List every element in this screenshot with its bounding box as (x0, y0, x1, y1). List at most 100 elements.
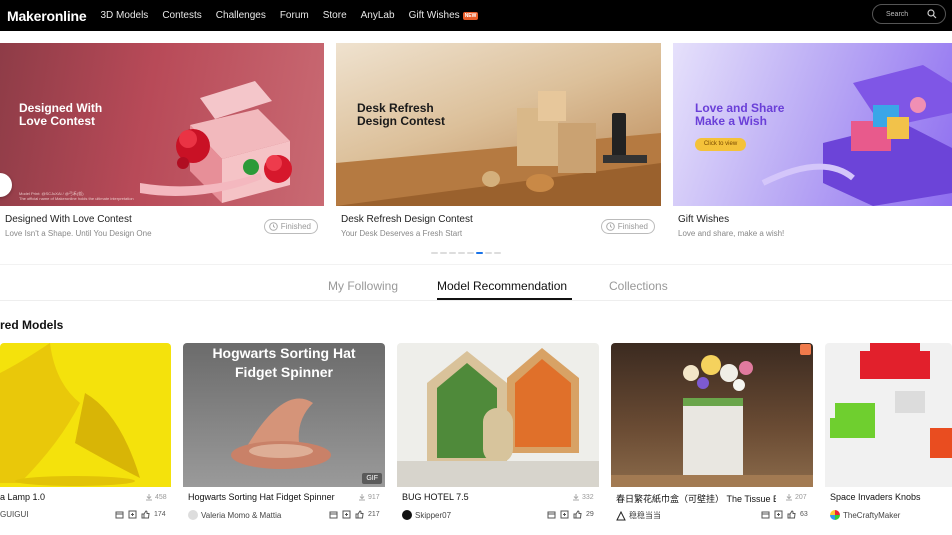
carousel-dot[interactable] (431, 252, 438, 254)
carousel-dot[interactable] (494, 252, 501, 254)
download-icon (146, 494, 152, 501)
model-author[interactable]: Skipper07 (402, 510, 451, 520)
model-author[interactable]: TheCraftyMaker (830, 510, 900, 520)
banana-lamp-illustration (0, 343, 140, 486)
banner-gift-wishes[interactable]: Love and Share Make a Wish Click to view… (673, 43, 952, 247)
remix-icon[interactable] (560, 510, 569, 519)
nav-3d-models[interactable]: 3D Models (101, 10, 149, 21)
carousel-dot[interactable] (440, 252, 447, 254)
clock-icon (605, 222, 615, 231)
nav-anylab[interactable]: AnyLab (361, 10, 395, 21)
gif-badge: GIF (362, 473, 382, 484)
carousel-dot[interactable] (467, 252, 474, 254)
clock-icon (268, 222, 278, 231)
search-placeholder: Search (886, 10, 909, 18)
collect-icon[interactable] (329, 510, 338, 519)
model-title[interactable]: Hogwarts Sorting Hat Fidget Spinner (188, 492, 348, 502)
carousel-dot[interactable] (449, 252, 456, 254)
download-count-value: 458 (155, 493, 167, 501)
download-count: 458 (145, 493, 167, 501)
banner-desk-subtitle: Your Desk Deserves a Fresh Start (341, 229, 463, 238)
status-text: Finished (617, 222, 648, 231)
tab-my-following[interactable]: My Following (328, 279, 398, 293)
avatar (402, 510, 412, 520)
hot-badge (800, 344, 811, 355)
banner-love-contest[interactable]: Designed With Love Contest Model Print: … (0, 43, 324, 247)
nav-contests[interactable]: Contests (162, 10, 201, 21)
section-divider (0, 264, 952, 265)
like-icon[interactable] (355, 510, 364, 519)
like-count: 63 (800, 511, 808, 518)
site-logo[interactable]: Makeronline (7, 8, 87, 24)
banner-desk-contest[interactable]: Desk Refresh Design Contest Desk Refresh… (336, 43, 661, 247)
nav-store[interactable]: Store (323, 10, 347, 21)
collect-icon[interactable] (115, 510, 124, 519)
tab-model-recommendation[interactable]: Model Recommendation (437, 279, 567, 293)
model-title[interactable]: a Lamp 1.0 (0, 492, 120, 502)
nav-forum[interactable]: Forum (280, 10, 309, 21)
banner-desk-image: Desk Refresh Design Contest (336, 43, 661, 206)
banner-love-title[interactable]: Designed With Love Contest (5, 214, 132, 225)
carousel-dot[interactable] (485, 252, 492, 254)
model-card[interactable]: BUG HOTEL 7.5 332 Skipper07 29 (397, 343, 599, 535)
download-count-value: 332 (582, 493, 594, 501)
status-badge: Finished (600, 219, 655, 234)
space-invaders-illustration (830, 343, 952, 458)
banner-fine-print: Model Print: @SCJuXAi / @弓禾(仮) The offic… (19, 191, 134, 201)
collect-icon[interactable] (761, 510, 770, 519)
author-name: GUIGUI (0, 510, 29, 519)
like-count: 29 (586, 511, 594, 518)
model-card[interactable]: a Lamp 1.0 458 GUIGUI 174 (0, 343, 171, 535)
model-thumbnail[interactable]: Hogwarts Sorting Hat Fidget Spinner GIF (183, 343, 385, 487)
model-thumbnail[interactable] (397, 343, 599, 487)
banner-love-heading: Designed With Love Contest (19, 101, 103, 128)
banner-gift-title[interactable]: Gift Wishes (678, 214, 729, 225)
model-author[interactable]: 稳稳当当 (616, 510, 661, 521)
avatar (830, 510, 840, 520)
model-card[interactable]: Space Invaders Knobs TheCraftyMaker (825, 343, 952, 535)
tab-collections[interactable]: Collections (609, 279, 668, 293)
banner-desk-heading: Desk Refresh Design Contest (357, 101, 446, 128)
carousel-dot[interactable] (476, 252, 483, 254)
model-author[interactable]: GUIGUI (0, 510, 28, 519)
thumbnail-caption: Hogwarts Sorting Hat Fidget Spinner (212, 345, 356, 380)
collect-icon[interactable] (547, 510, 556, 519)
model-author[interactable]: Valeria Momo & Mattia (188, 510, 281, 520)
author-name: Valeria Momo & Mattia (201, 510, 282, 520)
nav-challenges[interactable]: Challenges (216, 10, 266, 21)
like-icon[interactable] (573, 510, 582, 519)
banner-gift-subtitle: Love and share, make a wish! (678, 229, 785, 238)
model-thumbnail[interactable] (611, 343, 813, 487)
model-title[interactable]: BUG HOTEL 7.5 (402, 492, 552, 502)
avatar (188, 510, 198, 520)
search-input[interactable]: Search (872, 4, 946, 24)
section-title: red Models (0, 318, 64, 332)
remix-icon[interactable] (128, 510, 137, 519)
top-nav: Makeronline 3D Models Contests Challenge… (0, 0, 952, 31)
like-icon[interactable] (141, 510, 150, 519)
model-thumbnail[interactable] (825, 343, 952, 487)
bug-hotel-illustration (397, 348, 599, 487)
model-title[interactable]: 春日繁花紙巾盒（可壁挂） The Tissue B... (616, 492, 776, 505)
model-title[interactable]: Space Invaders Knobs (830, 492, 950, 502)
remix-icon[interactable] (342, 510, 351, 519)
model-card[interactable]: Hogwarts Sorting Hat Fidget Spinner GIF … (183, 343, 385, 535)
model-actions: 29 (547, 510, 594, 519)
model-card[interactable]: 春日繁花紙巾盒（可壁挂） The Tissue B... 207 稳稳当当 63 (611, 343, 813, 535)
download-count-value: 917 (368, 493, 380, 501)
model-thumbnail[interactable] (0, 343, 171, 487)
download-icon (573, 494, 579, 501)
nav-gift-wishes[interactable]: Gift Wishes NEW (409, 10, 479, 21)
download-count: 332 (572, 493, 594, 501)
model-actions: 63 (761, 510, 808, 519)
remix-icon[interactable] (774, 510, 783, 519)
new-badge: NEW (462, 11, 479, 20)
like-icon[interactable] (787, 510, 796, 519)
author-name: 稳稳当当 (629, 511, 661, 520)
tissue-box-illustration (611, 355, 813, 487)
carousel-dot[interactable] (458, 252, 465, 254)
search-icon[interactable] (927, 9, 937, 19)
like-count: 174 (154, 511, 166, 518)
click-to-view-button[interactable]: Click to view (695, 138, 746, 151)
banner-desk-title[interactable]: Desk Refresh Design Contest (341, 214, 473, 225)
